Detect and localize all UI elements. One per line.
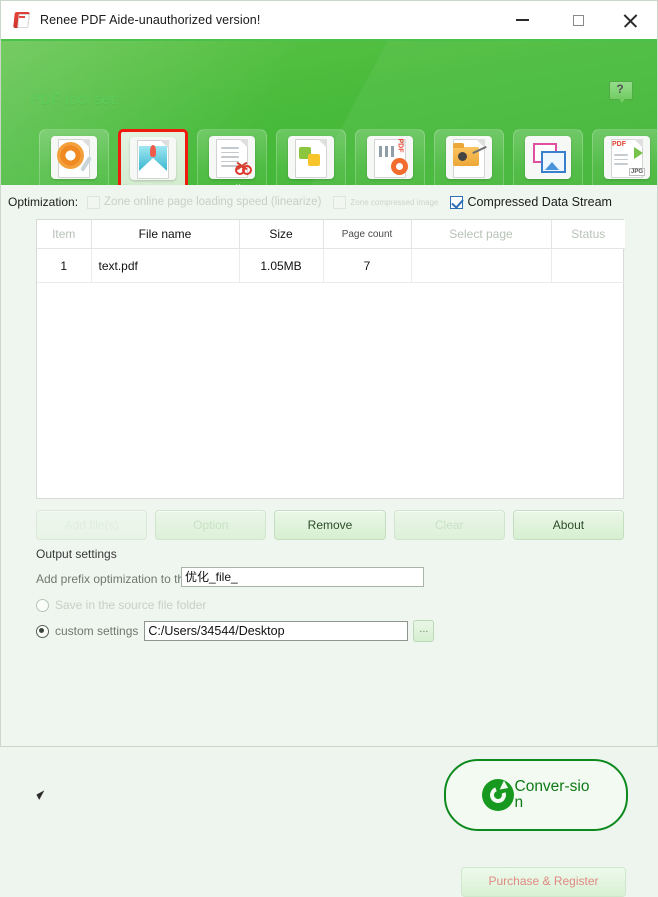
output-settings-heading: Output settings	[36, 547, 117, 561]
custom-settings-label: custom settings	[55, 624, 139, 638]
cell-item: 1	[37, 248, 92, 283]
close-icon	[623, 13, 638, 28]
main-content: Optimization: Zone online page loading s…	[1, 185, 657, 897]
optimization-icon	[130, 137, 176, 180]
source-folder-label: Save in the source file folder	[55, 598, 207, 612]
tool-panel: PDF tool set: ? Repair Optimization	[1, 41, 657, 185]
minimize-icon	[515, 19, 529, 21]
minimize-button[interactable]	[499, 1, 545, 39]
tool-merge[interactable]: Merge	[276, 129, 346, 185]
tool-watermark[interactable]: Watermark	[513, 129, 583, 185]
tool-image-to-pdf[interactable]: PDF JPG Image to PDF	[592, 129, 657, 185]
application-window: Renee PDF Aide-unauthorized version! PDF…	[0, 0, 658, 897]
optimization-label: Optimization:	[8, 195, 79, 209]
refresh-circle-icon	[481, 779, 514, 811]
column-header-file-name: File name	[91, 220, 240, 249]
column-header-page-count: Page count	[323, 220, 412, 249]
app-logo-icon	[13, 11, 31, 29]
checkbox-label: Zone compressed image	[350, 197, 439, 207]
option-button[interactable]: Option	[155, 510, 267, 540]
tool-repair[interactable]: Repair	[39, 129, 109, 185]
tool-optimization[interactable]: Optimization	[118, 129, 188, 185]
about-button[interactable]: About	[512, 510, 625, 540]
checkbox-compressed-data-stream[interactable]: Compressed Data Stream	[450, 195, 612, 209]
conversion-button[interactable]: Conver-sion	[444, 759, 628, 831]
cell-status	[551, 248, 625, 283]
radio-source-folder[interactable]	[36, 598, 49, 612]
image-to-pdf-icon: PDF JPG	[604, 136, 650, 179]
optimization-options-row: Optimization: Zone online page loading s…	[1, 191, 657, 213]
checkbox-linearize[interactable]: Zone online page loading speed (lineariz…	[87, 195, 322, 209]
tool-panel-heading: PDF tool set:	[30, 91, 120, 108]
checkbox-box[interactable]	[333, 195, 347, 209]
checkbox-box[interactable]	[450, 195, 464, 209]
conversion-label: Conver-sion	[514, 778, 590, 811]
help-icon[interactable]: ?	[609, 81, 633, 103]
checkbox-label: Compressed Data Stream	[467, 195, 612, 209]
checkbox-box[interactable]	[87, 195, 101, 209]
tool-buttons: Repair Optimization Split	[39, 129, 657, 185]
clear-button[interactable]: Clear	[393, 510, 505, 540]
merge-icon	[288, 136, 334, 179]
prefix-input[interactable]: 优化_file_	[181, 567, 424, 587]
mouse-cursor	[37, 791, 49, 809]
output-settings-section: Output settings Add prefix optimization …	[36, 547, 436, 646]
repair-icon	[51, 136, 97, 179]
window-title: Renee PDF Aide-unauthorized version!	[40, 13, 261, 27]
cell-file-name: text.pdf	[91, 248, 240, 283]
rotate-icon: PDF	[367, 136, 413, 179]
watermark-icon	[525, 136, 571, 179]
close-button[interactable]	[607, 1, 653, 39]
file-list-table[interactable]: Item File name Size Page count Select pa…	[36, 219, 625, 499]
tool-rotate[interactable]: PDF Rotate	[355, 129, 425, 185]
add-files-button[interactable]: Add file(s)	[36, 510, 148, 540]
column-header-size: Size	[239, 220, 324, 249]
cell-page-count: 7	[323, 248, 412, 283]
purchase-register-button[interactable]: Purchase & Register	[461, 867, 626, 897]
remove-button[interactable]: Remove	[274, 510, 386, 540]
column-header-select-page: Select page	[411, 220, 552, 249]
radio-custom-settings[interactable]	[36, 624, 49, 638]
maximize-icon	[572, 14, 584, 26]
prefix-row: Add prefix optimization to the output fi…	[36, 567, 436, 590]
action-button-row: Add file(s) Option Remove Clear About	[36, 510, 625, 540]
title-bar: Renee PDF Aide-unauthorized version!	[1, 1, 657, 41]
cell-select-page[interactable]	[411, 248, 552, 283]
output-path-input[interactable]: C:/Users/34544/Desktop	[144, 621, 409, 641]
table-row[interactable]: 1 text.pdf 1.05MB 7	[37, 248, 625, 283]
encryption-icon	[446, 136, 492, 179]
source-folder-row[interactable]: Save in the source file folder	[36, 594, 436, 616]
tool-encryption[interactable]: Encryption and decryption	[434, 129, 504, 185]
column-header-item: Item	[37, 220, 92, 249]
split-icon	[209, 136, 255, 179]
maximize-button[interactable]	[555, 1, 601, 39]
table-header-row: Item File name Size Page count Select pa…	[37, 220, 625, 249]
checkbox-label: Zone online page loading speed (lineariz…	[104, 196, 322, 208]
browse-button[interactable]: ...	[413, 620, 435, 642]
tool-split[interactable]: Split	[197, 129, 267, 185]
column-header-status: Status	[551, 220, 625, 249]
checkbox-compressed-image[interactable]: Zone compressed image	[333, 195, 439, 209]
cell-size: 1.05MB	[239, 248, 324, 283]
custom-settings-row[interactable]: custom settings C:/Users/34544/Desktop .…	[36, 620, 436, 642]
